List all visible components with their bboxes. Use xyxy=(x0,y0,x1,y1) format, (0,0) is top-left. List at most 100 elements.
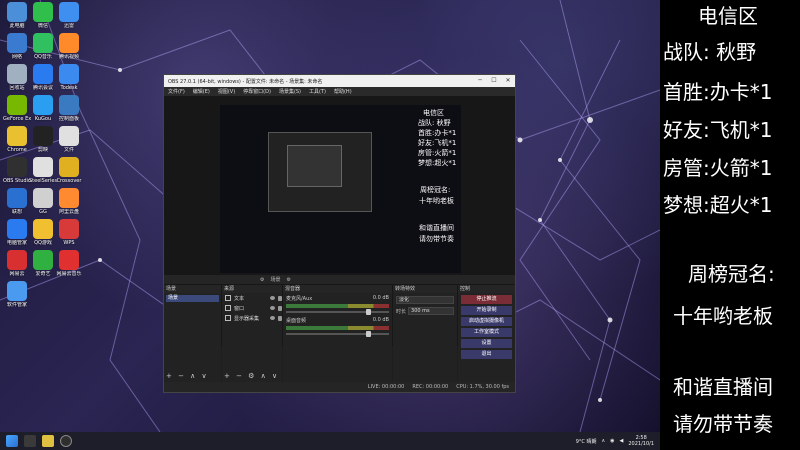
todesk-icon xyxy=(59,64,79,84)
desktop-icon[interactable]: 网易云音乐 xyxy=(55,250,83,277)
stop-streaming-button[interactable]: 停止推流 xyxy=(461,295,512,304)
fader-knob[interactable] xyxy=(366,309,371,315)
menu-edit[interactable]: 编辑(E) xyxy=(193,88,210,95)
desktop-icon-label: QQ游戏 xyxy=(34,240,52,246)
desktop-icon[interactable]: Todesk xyxy=(55,64,83,91)
overlay-ranking-label: 周榜冠名: xyxy=(688,262,775,286)
desktop-icon[interactable]: 剪映 xyxy=(29,126,57,153)
desktop-icon[interactable]: 回收站 xyxy=(3,64,31,91)
menu-tools[interactable]: 工具(T) xyxy=(309,88,326,95)
source-item-text[interactable]: 文本 xyxy=(222,293,282,303)
lock-icon[interactable] xyxy=(278,315,282,321)
desktop-icon[interactable]: 迅雷 xyxy=(55,2,83,29)
iqiyi-icon xyxy=(33,250,53,270)
minimize-button[interactable]: ─ xyxy=(473,75,487,87)
menu-view[interactable]: 视图(V) xyxy=(218,88,235,95)
desktop-icon[interactable]: 爱奇艺 xyxy=(29,250,57,277)
desktop-icon[interactable]: 文件 xyxy=(55,126,83,153)
desktop-icon-label: GG xyxy=(39,209,47,215)
close-button[interactable]: ✕ xyxy=(501,75,515,87)
eye-icon[interactable] xyxy=(270,296,275,300)
overlay-notice-line: 请勿带节奏 xyxy=(673,412,773,436)
overlay-line-first-win: 首胜:办卡*1 xyxy=(663,80,773,104)
desktop-icon[interactable]: 腾讯会议 xyxy=(29,64,57,91)
desktop-icon[interactable]: QQ音乐 xyxy=(29,33,57,60)
source-item-window[interactable]: 窗口 xyxy=(222,303,282,313)
mixer-dock-title: 混音器 xyxy=(283,285,392,293)
windows-start-icon[interactable] xyxy=(6,435,18,447)
desktop-icon-label: 腾讯会议 xyxy=(32,85,53,91)
scenes-dock: 场景 场景 + − ∧ ∨ xyxy=(164,285,221,382)
wechat-icon xyxy=(33,2,53,22)
duration-input[interactable]: 300 ms xyxy=(408,307,454,315)
desktop-icon[interactable]: 网易云 xyxy=(3,250,31,277)
scene-bar-label: 场景 xyxy=(270,277,281,283)
source-item-monitor[interactable]: 显示器采集 xyxy=(222,313,282,323)
netease-icon xyxy=(7,250,27,270)
desktop-icon[interactable]: 联想 xyxy=(3,188,31,215)
desktop-icon[interactable]: QQ游戏 xyxy=(29,219,57,246)
studio-mode-button[interactable]: 工作室模式 xyxy=(461,328,512,337)
fader-knob[interactable] xyxy=(366,331,371,337)
obs-window[interactable]: OBS 27.0.1 (64-bit, windows) - 配置文件: 未命名… xyxy=(163,74,516,393)
desktop-icon[interactable]: 阿里云盘 xyxy=(55,188,83,215)
scenes-dock-toolbar[interactable]: + − ∧ ∨ xyxy=(166,372,209,380)
desktop-icon[interactable]: OBS Studio xyxy=(3,157,31,184)
desktop-icon[interactable]: Chrome xyxy=(3,126,31,153)
desktop-icon[interactable]: 腾讯视频 xyxy=(55,33,83,60)
menu-docks[interactable]: 停靠窗口(D) xyxy=(243,88,271,95)
transition-dock-title: 转场特效 xyxy=(393,285,457,293)
sources-dock: 来源 文本 窗口 显示器采集 + − ⚙ ∧ ∨ xyxy=(222,285,282,382)
desktop-icon-label: 爱奇艺 xyxy=(35,271,51,277)
desktop-icon[interactable]: 软件管家 xyxy=(3,281,31,308)
aliyun-icon xyxy=(59,188,79,208)
gear-icon[interactable]: ⚙ xyxy=(260,277,264,283)
desktop-icon-label: WPS xyxy=(63,240,75,246)
desktop: 此电脑 微信 迅雷 网络 QQ音乐 腾讯视频 回收站 腾讯会议 Todesk GeForce Ex… xyxy=(0,0,660,432)
network-icon[interactable]: ◉ xyxy=(610,438,614,444)
desktop-icon[interactable]: SteelSeries xyxy=(29,157,57,184)
desktop-icon[interactable]: GeForce Experience xyxy=(3,95,31,122)
desktop-icon[interactable]: 网络 xyxy=(3,33,31,60)
maximize-button[interactable]: ☐ xyxy=(487,75,501,87)
desktop-icon[interactable]: 电脑管家 xyxy=(3,219,31,246)
desktop-icon[interactable]: GG xyxy=(29,188,57,215)
menu-scene-collection[interactable]: 场景集(S) xyxy=(279,88,301,95)
volume-fader[interactable] xyxy=(286,309,389,315)
controls-dock-title: 控制 xyxy=(458,285,515,293)
obs-taskbar-icon[interactable] xyxy=(60,435,72,447)
desktop-icon[interactable]: KuGou xyxy=(29,95,57,122)
eye-icon[interactable] xyxy=(270,316,275,320)
chevron-up-icon[interactable]: ∧ xyxy=(601,438,605,444)
lock-icon[interactable] xyxy=(278,295,282,301)
search-icon[interactable] xyxy=(24,435,36,447)
start-recording-button[interactable]: 开始录制 xyxy=(461,306,512,315)
eye-icon[interactable] xyxy=(270,306,275,310)
file-explorer-icon[interactable] xyxy=(42,435,54,447)
menu-help[interactable]: 帮助(H) xyxy=(334,88,352,95)
menu-file[interactable]: 文件(F) xyxy=(168,88,185,95)
volume-icon[interactable]: ◀ xyxy=(620,438,624,444)
desktop-icon[interactable]: 微信 xyxy=(29,2,57,29)
lock-icon[interactable] xyxy=(278,305,282,311)
preview-nested-capture: 电信区 战队: 秋野 首胜:办卡*1 好友:飞机*1 房管:火箭*1 梦想:超火… xyxy=(220,105,461,273)
clock[interactable]: 2:58 2021/10/1 xyxy=(628,435,654,447)
scene-item[interactable]: 场景 xyxy=(166,295,219,302)
mixer-channel-name: 桌面音频 xyxy=(286,318,307,324)
nested-ranking-label: 周榜冠名: xyxy=(420,186,451,194)
volume-fader[interactable] xyxy=(286,331,389,337)
obs-titlebar[interactable]: OBS 27.0.1 (64-bit, windows) - 配置文件: 未命名… xyxy=(164,75,515,87)
settings-button[interactable]: 设置 xyxy=(461,339,512,348)
overlay-line-room-manager: 房管:火箭*1 xyxy=(663,156,773,180)
sources-dock-toolbar[interactable]: + − ⚙ ∧ ∨ xyxy=(224,372,279,380)
desktop-icon[interactable]: 此电脑 xyxy=(3,2,31,29)
exit-button[interactable]: 退出 xyxy=(461,350,512,359)
transition-select[interactable]: 淡化 xyxy=(396,296,454,304)
desktop-icon[interactable]: 控制面板 xyxy=(55,95,83,122)
desktop-icon[interactable]: Crossover xyxy=(55,157,83,184)
desktop-icon[interactable]: WPS xyxy=(55,219,83,246)
gear-icon[interactable]: ⚙ xyxy=(287,277,291,283)
desktop-icon-label: 微信 xyxy=(37,23,48,29)
virtual-camera-button[interactable]: 启动虚拟摄像机 xyxy=(461,317,512,326)
weather-text[interactable]: 9°C 晴朗 xyxy=(576,438,597,445)
